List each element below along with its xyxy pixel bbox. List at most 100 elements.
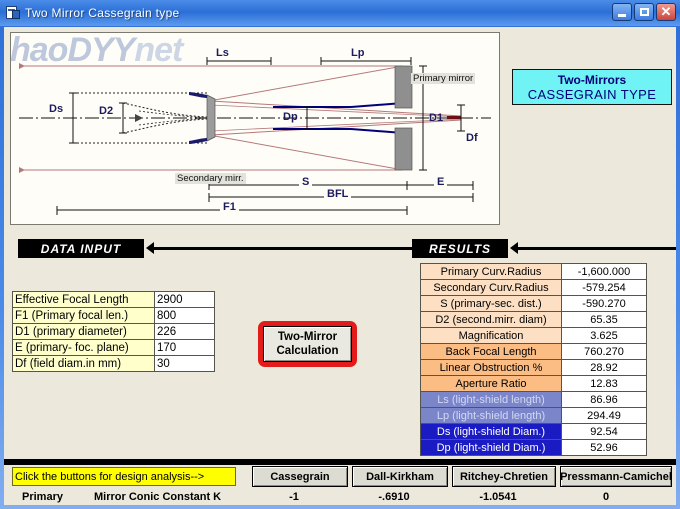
table-row: D2 (second.mirr. diam) 65.35 (421, 312, 647, 328)
result-value: -590.270 (562, 296, 647, 312)
result-label: Primary Curv.Radius (421, 264, 562, 280)
table-row: Dp (light-shield Diam.) 52.96 (421, 440, 647, 456)
table-row: Effective Focal Length 2900 (13, 292, 215, 308)
table-row: Ls (light-shield length) 86.96 (421, 392, 647, 408)
result-label: Secondary Curv.Radius (421, 280, 562, 296)
design-button-label: Dall-Kirkham (366, 471, 434, 483)
label-bfl: BFL (324, 188, 351, 200)
conic-row-label: PrimaryMirror Conic Constant K (22, 491, 221, 503)
input-label: E (primary- foc. plane) (13, 340, 155, 356)
calc-button-line-2: Calculation (277, 344, 339, 358)
window-title: Two Mirror Cassegrain type (25, 6, 180, 20)
label-df: Df (466, 132, 478, 144)
table-row: D1 (primary diameter) 226 (13, 324, 215, 340)
banner-line-left (154, 247, 412, 250)
title-bar[interactable]: Two Mirror Cassegrain type ✕ (0, 0, 680, 26)
result-value: 294.49 (562, 408, 647, 424)
table-row: F1 (Primary focal len.) 800 (13, 308, 215, 324)
table-row: Lp (light-shield length) 294.49 (421, 408, 647, 424)
result-label: Aperture Ratio (421, 376, 562, 392)
label-dp: Dp (283, 111, 298, 123)
banner-results: RESULTS (412, 239, 508, 258)
input-label: Effective Focal Length (13, 292, 155, 308)
table-row: Ds (light-shield Diam.) 92.54 (421, 424, 647, 440)
label-s: S (299, 176, 312, 188)
document-icon (5, 6, 21, 20)
design-button-ritchey-chretien[interactable]: Ritchey-Chretien (452, 466, 556, 487)
result-label: Back Focal Length (421, 344, 562, 360)
result-label: Ds (light-shield Diam.) (421, 424, 562, 440)
input-value-e[interactable]: 170 (155, 340, 215, 356)
input-value-df[interactable]: 30 (155, 356, 215, 372)
design-button-label: Ritchey-Chretien (460, 471, 548, 483)
result-label: D2 (second.mirr. diam) (421, 312, 562, 328)
input-label: Df (field diam.in mm) (13, 356, 155, 372)
label-ds: Ds (49, 103, 63, 115)
label-d1: D1 (429, 112, 443, 124)
result-value: 12.83 (562, 376, 647, 392)
label-f1: F1 (220, 201, 239, 213)
label-primary-mirror: Primary mirror (411, 73, 475, 84)
data-input-table: Effective Focal Length 2900 F1 (Primary … (12, 291, 215, 372)
design-button-label: Cassegrain (270, 471, 329, 483)
input-label: F1 (Primary focal len.) (13, 308, 155, 324)
minimize-button[interactable] (612, 3, 632, 21)
results-rows: Primary Curv.Radius -1,600.000 Secondary… (421, 264, 647, 456)
table-row: E (primary- foc. plane) 170 (13, 340, 215, 356)
close-button[interactable]: ✕ (656, 3, 676, 21)
conic-value: 0 (556, 491, 656, 503)
section-banners: DATA INPUT RESULTS (4, 239, 676, 259)
label-d2: D2 (99, 105, 113, 117)
calc-button-face: Two-Mirror Calculation (263, 326, 352, 362)
result-label: Ls (light-shield length) (421, 392, 562, 408)
title-badge: Two-Mirrors CASSEGRAIN TYPE (512, 69, 672, 105)
data-input-rows: Effective Focal Length 2900 F1 (Primary … (13, 292, 215, 372)
results-table: Primary Curv.Radius -1,600.000 Secondary… (420, 263, 647, 456)
result-value: 3.625 (562, 328, 647, 344)
maximize-button[interactable] (634, 3, 654, 21)
result-value: 86.96 (562, 392, 647, 408)
design-button-dall-kirkham[interactable]: Dall-Kirkham (352, 466, 448, 487)
label-lp: Lp (351, 47, 364, 59)
conic-value: -.6910 (344, 491, 444, 503)
result-value: 28.92 (562, 360, 647, 376)
table-row: Back Focal Length 760.270 (421, 344, 647, 360)
input-label: D1 (primary diameter) (13, 324, 155, 340)
table-row: S (primary-sec. dist.) -590.270 (421, 296, 647, 312)
result-label: S (primary-sec. dist.) (421, 296, 562, 312)
optical-diagram: Ls Lp Ds D2 Dp D1 Df S E BFL F1 Primary … (10, 32, 500, 225)
design-button-cassegrain[interactable]: Cassegrain (252, 466, 348, 487)
conic-constants-table: PrimaryMirror Conic Constant K -1 -.6910… (4, 491, 676, 505)
banner-line-right (518, 247, 676, 250)
design-button-pressmann-camichel[interactable]: Pressmann-Camichel (560, 466, 672, 487)
table-row: Linear Obstruction % 28.92 (421, 360, 647, 376)
two-mirror-calculation-button[interactable]: Two-Mirror Calculation (258, 321, 357, 367)
section-divider (4, 459, 676, 465)
analysis-hint: Click the buttons for design analysis--> (12, 467, 236, 486)
label-secondary-mirror: Secondary mirr. (175, 173, 246, 184)
label-ls: Ls (216, 47, 229, 59)
table-row: Primary Curv.Radius -1,600.000 (421, 264, 647, 280)
banner-data-input: DATA INPUT (18, 239, 144, 258)
window-frame: Two Mirror Cassegrain type ✕ haoDYYnet (0, 0, 680, 509)
table-row: Secondary Curv.Radius -579.254 (421, 280, 647, 296)
result-value: 760.270 (562, 344, 647, 360)
table-row: Magnification 3.625 (421, 328, 647, 344)
result-label: Lp (light-shield length) (421, 408, 562, 424)
design-button-label: Pressmann-Camichel (560, 471, 672, 483)
result-value: -1,600.000 (562, 264, 647, 280)
banner-arrow-right (510, 242, 518, 254)
badge-line-2: CASSEGRAIN TYPE (513, 87, 671, 102)
result-value: 65.35 (562, 312, 647, 328)
badge-line-1: Two-Mirrors (513, 73, 671, 87)
conic-row-name: Primary (22, 491, 94, 503)
result-value: 52.96 (562, 440, 647, 456)
input-value-efl[interactable]: 2900 (155, 292, 215, 308)
conic-value: -1 (244, 491, 344, 503)
input-value-f1[interactable]: 800 (155, 308, 215, 324)
result-value: -579.254 (562, 280, 647, 296)
result-value: 92.54 (562, 424, 647, 440)
window-controls: ✕ (612, 3, 676, 21)
input-value-d1[interactable]: 226 (155, 324, 215, 340)
calc-button-line-1: Two-Mirror (278, 330, 337, 344)
